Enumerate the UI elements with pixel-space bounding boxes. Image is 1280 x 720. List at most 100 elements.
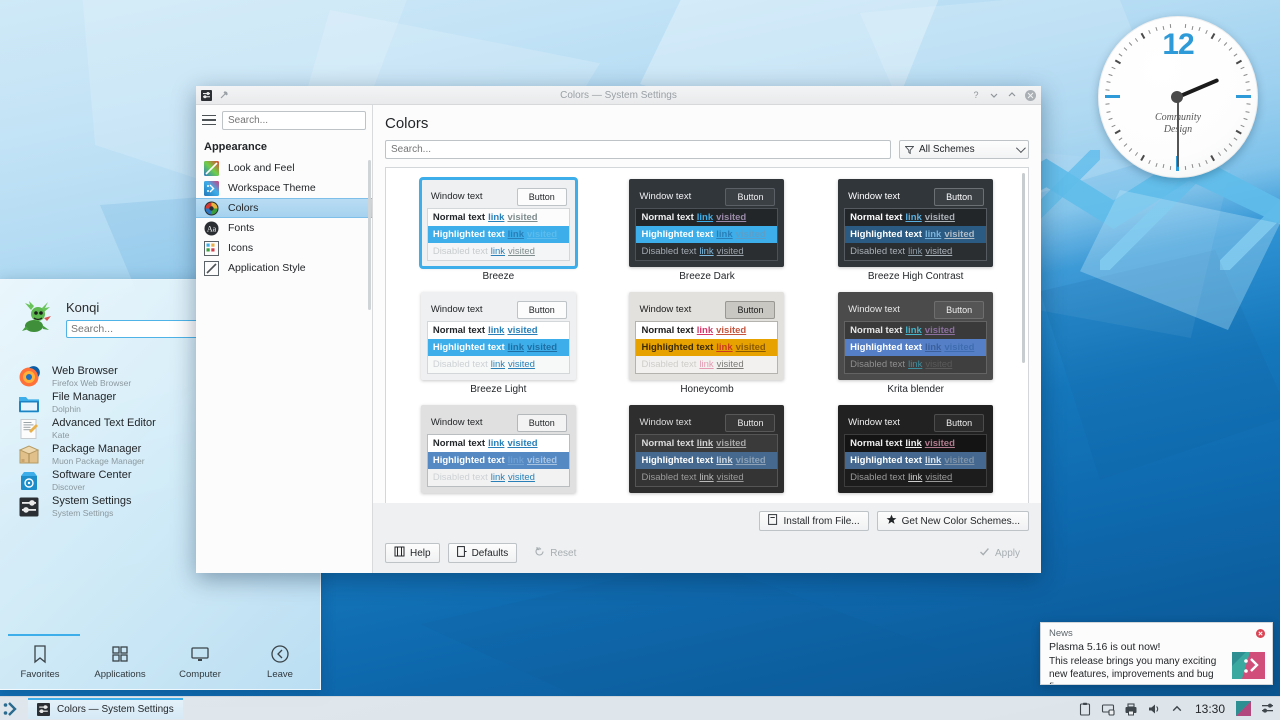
scheme-preview-button[interactable]: Button (725, 413, 776, 432)
sidebar-item-workspace-theme[interactable]: Workspace Theme (196, 178, 372, 198)
scheme-search-input[interactable] (385, 140, 891, 159)
monitor-icon (190, 644, 210, 664)
scheme-row-highlighted: Highlighted text link visited (845, 452, 987, 469)
defaults-button[interactable]: Defaults (447, 543, 518, 563)
scheme-cell[interactable]: Window text Button Normal text link visited H… (404, 177, 593, 282)
launcher-tabbar[interactable]: Favorites Applications Computer Leave (0, 631, 320, 689)
sidebar-item-application-style[interactable]: Application Style (196, 258, 372, 278)
scheme-preview-card[interactable]: Window text Button Normal text link visited H… (629, 405, 785, 493)
scheme-cell[interactable]: Window text Button Normal text link visited H… (821, 292, 1010, 395)
minimize-button[interactable] (989, 90, 999, 100)
digital-clock[interactable]: 13:30 (1193, 702, 1227, 716)
clipboard-icon[interactable] (1078, 702, 1092, 716)
show-hidden-icon[interactable] (1170, 702, 1184, 716)
sidebar-scrollbar[interactable] (368, 160, 371, 310)
scheme-preview-button[interactable]: Button (934, 187, 985, 206)
scheme-cell[interactable]: Window text Button Normal text link visited H… (613, 292, 802, 395)
scheme-row-visited: visited (924, 325, 955, 336)
sidebar-item-list[interactable]: Look and Feel Workspace Theme Colors Aa Font… (196, 158, 372, 310)
scheme-window-text: Window text (639, 417, 692, 428)
reset-button[interactable]: Reset (525, 543, 585, 563)
install-from-file-button[interactable]: Install from File... (759, 511, 869, 531)
scheme-preview-card[interactable]: Window text Button Normal text link visited H… (838, 179, 994, 267)
scheme-preview-card[interactable]: Window text Button Normal text link visited H… (838, 405, 994, 493)
launcher-tab-leave[interactable]: Leave (240, 644, 320, 680)
get-new-color-schemes-button[interactable]: Get New Color Schemes... (876, 511, 1029, 531)
scheme-preview-button[interactable]: Button (725, 187, 776, 206)
scheme-filter-value: All Schemes (919, 144, 975, 155)
apply-button[interactable]: Apply (970, 543, 1029, 563)
sidebar-item-look-and-feel[interactable]: Look and Feel (196, 158, 372, 178)
plasma-panel[interactable]: Colors — System Settings 13:30 (0, 696, 1280, 720)
scheme-preview-button[interactable]: Button (516, 300, 567, 319)
scheme-view-area: Normal text link visited Highlighted text li… (844, 208, 988, 261)
printer-icon[interactable] (1124, 702, 1138, 716)
scheme-grid[interactable]: Window text Button Normal text link visited H… (386, 168, 1028, 493)
launcher-item-name: Web Browser (52, 364, 118, 377)
hamburger-menu-icon[interactable] (202, 114, 216, 126)
notification-popup[interactable]: News Plasma 5.16 is out now! This releas… (1040, 622, 1273, 685)
scheme-preview-button[interactable]: Button (934, 413, 985, 432)
device-notifier-icon[interactable] (1101, 702, 1115, 716)
scheme-preview-button[interactable]: Button (516, 413, 567, 432)
scheme-cell[interactable]: Window text Button Normal text link visited H… (821, 405, 1010, 493)
system-settings-window[interactable]: Colors — System Settings ? Appearance Lo (196, 86, 1041, 573)
sidebar-item-colors[interactable]: Colors (196, 198, 372, 218)
scheme-row-disabled: Disabled text link visited (636, 243, 778, 260)
scheme-row-visited: visited (924, 212, 955, 223)
sidebar-item-icons[interactable]: Icons (196, 238, 372, 258)
look-and-feel-icon (204, 160, 219, 176)
scheme-cell[interactable]: Window text Button Normal text link visited H… (613, 179, 802, 282)
scheme-preview-button[interactable]: Button (516, 187, 567, 206)
scheme-view-area: Normal text link visited Highlighted text li… (426, 208, 570, 261)
launcher-item-name: Package Manager (52, 442, 142, 455)
scheme-preview-card[interactable]: Window text Button Normal text link visited H… (629, 292, 785, 380)
launcher-tab-applications[interactable]: Applications (80, 644, 160, 680)
sidebar-item-fonts[interactable]: Aa Fonts (196, 218, 372, 238)
pager-icon[interactable] (1236, 701, 1251, 716)
scheme-preview-button[interactable]: Button (725, 300, 776, 319)
sidebar-item-label: Application Style (228, 262, 306, 274)
scheme-name-label: Breeze High Contrast (867, 271, 964, 282)
scheme-row-label: Disabled text (641, 246, 697, 257)
scheme-cell[interactable]: Window text Button Normal text link visited H… (821, 179, 1010, 282)
chevron-down-icon (1015, 143, 1026, 154)
scheme-preview-card[interactable]: Window text Button Normal text link visited H… (420, 292, 576, 380)
sidebar-search-input[interactable] (222, 110, 366, 130)
scheme-grid-scrollbar[interactable] (1022, 173, 1025, 363)
scheme-preview-button[interactable]: Button (934, 300, 985, 319)
scheme-window-text: Window text (848, 191, 900, 202)
scheme-row-label: Highlighted text (432, 229, 505, 240)
launcher-tab-favorites[interactable]: Favorites (0, 644, 80, 680)
scheme-view-area: Normal text link visited Highlighted text li… (844, 321, 988, 374)
launcher-item-subtitle: Kate (52, 429, 70, 440)
maximize-button[interactable] (1007, 90, 1017, 100)
taskbar-task-colors[interactable]: Colors — System Settings (28, 698, 183, 719)
window-titlebar[interactable]: Colors — System Settings ? (196, 86, 1041, 105)
help-footer-button[interactable]: Help (385, 543, 440, 563)
scheme-preview-card[interactable]: Window text Button Normal text link visited H… (838, 292, 994, 380)
close-icon[interactable] (1256, 629, 1265, 638)
star-icon (886, 514, 897, 528)
scheme-row-normal: Normal text link visited (845, 209, 987, 226)
launcher-item-name: Software Center (52, 468, 132, 481)
close-button[interactable] (1025, 89, 1036, 101)
scheme-row-link: link (699, 472, 714, 483)
settings-sidebar[interactable]: Appearance Look and Feel Workspace Theme C… (196, 105, 373, 573)
launcher-tab-computer[interactable]: Computer (160, 644, 240, 680)
scheme-filter-dropdown[interactable]: All Schemes (899, 140, 1029, 159)
scheme-cell[interactable]: Window text Button Normal text link visited H… (404, 292, 593, 395)
analog-clock-widget[interactable]: 12 Community Design (1098, 16, 1258, 178)
volume-icon[interactable] (1147, 702, 1161, 716)
settings-icon[interactable] (1260, 701, 1275, 716)
sidebar-item-label: Fonts (228, 222, 255, 234)
plasma-launcher-icon[interactable] (0, 697, 26, 720)
scheme-grid-container[interactable]: Window text Button Normal text link visited H… (385, 167, 1029, 503)
scheme-cell[interactable]: Window text Button Normal text link visited H… (404, 405, 593, 493)
scheme-preview-card[interactable]: Window text Button Normal text link visited H… (418, 177, 578, 269)
system-tray[interactable]: 13:30 (1078, 701, 1280, 716)
help-button[interactable]: ? (971, 90, 981, 100)
scheme-cell[interactable]: Window text Button Normal text link visited H… (613, 405, 802, 493)
scheme-preview-card[interactable]: Window text Button Normal text link visited H… (420, 405, 576, 493)
scheme-preview-card[interactable]: Window text Button Normal text link visited H… (629, 179, 785, 267)
